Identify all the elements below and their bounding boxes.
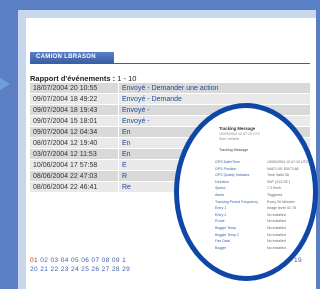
detail-subtitle-2: Sent Vehicle <box>219 137 239 141</box>
tab-divider <box>30 63 310 64</box>
magnified-detail-view: Tracking Message 13/09/2004 12:47:15 UTC… <box>174 103 318 281</box>
detail-key: Speed <box>215 186 226 191</box>
detail-key: Probe <box>215 219 225 224</box>
detail-value: Time Valid 3D <box>267 173 290 178</box>
event-date: 09/07/2004 12 04:34 <box>30 126 119 138</box>
event-date: 18/07/2004 20 10:55 <box>30 83 119 94</box>
detail-key: Boggie Temp 2 <box>215 232 239 237</box>
detail-value: SW° (213.25°) <box>267 179 291 184</box>
detail-value: 7.3 Km/h <box>267 186 282 191</box>
detail-value: Every 30 Minutes <box>267 199 295 204</box>
page-links-row1[interactable]: 02 03 04 05 06 07 08 09 1 <box>40 257 126 264</box>
detail-value: No installed <box>267 239 286 244</box>
event-date: 09/07/2004 18 49:22 <box>30 93 119 105</box>
detail-value: No installed <box>267 226 286 230</box>
detail-key: Alerts <box>215 193 225 197</box>
detail-key: Boggie Temp <box>215 226 236 230</box>
detail-key: Fan Data <box>215 239 230 244</box>
detail-key: Entry 2 <box>215 212 227 217</box>
event-date: 09/07/2004 15 18:01 <box>30 115 119 127</box>
pointer-arrow-icon <box>0 78 10 90</box>
page-links-row2[interactable]: 20 21 22 23 24 25 26 27 28 29 <box>30 265 130 274</box>
detail-key: GPS Position <box>215 166 237 171</box>
pagination: 01 02 03 04 05 06 07 08 09 1 19 20 21 22… <box>30 256 302 274</box>
detail-value: Image level: ID 78 <box>267 206 296 211</box>
page-current[interactable]: 01 <box>30 257 38 264</box>
detail-value: No installed <box>267 232 286 237</box>
detail-key: GPS Quality Indicator <box>215 173 250 178</box>
detail-title: Tracking Message <box>219 126 256 131</box>
detail-value: 13/09/2004 12:47:15 UTC <box>267 160 309 164</box>
detail-key: Entry 1 <box>215 206 227 211</box>
event-date: 03/07/2004 12 11:53 <box>30 148 119 160</box>
report-heading: Rapport d'événements : 1 - 10 <box>30 74 136 83</box>
detail-key: Tracking Period Frequency <box>215 199 259 204</box>
detail-value: No installed <box>267 212 286 217</box>
event-date: 08/06/2004 22 47:03 <box>30 170 119 182</box>
detail-subtitle: 13/09/2004 12:47:15 UTC <box>219 132 261 136</box>
detail-value: Triggered <box>267 193 283 197</box>
detail-key: GPS Date/Time <box>215 160 241 164</box>
detail-value: N46°1.05' E00°3.88 <box>267 166 299 171</box>
report-title: Rapport d'événements : <box>30 74 116 83</box>
report-panel: CAMION LBRASON Rapport d'événements : 1 … <box>26 18 318 289</box>
event-link[interactable]: Envoyé - Demande <box>118 93 310 105</box>
detail-value: No installed <box>267 219 286 224</box>
table-row[interactable]: 18/07/2004 20 10:55 Envoyé - Demander une… <box>30 83 310 94</box>
page-link-last[interactable]: 19 <box>294 256 302 265</box>
vehicle-tab[interactable]: CAMION LBRASON <box>30 52 114 63</box>
detail-key: Direction <box>215 179 230 184</box>
event-date: 08/07/2004 12 19:40 <box>30 137 119 149</box>
event-date: 10/06/2004 17 57:58 <box>30 159 119 171</box>
event-date: 08/06/2004 22 46:41 <box>30 181 119 193</box>
event-link[interactable]: Envoyé - Demander une action <box>118 83 310 94</box>
detail-key: Boggie <box>215 245 227 250</box>
table-row[interactable]: 09/07/2004 18 49:22 Envoyé - Demande <box>30 93 310 105</box>
detail-section-header: Tracking Message <box>219 148 249 152</box>
detail-value: No installed <box>267 245 286 250</box>
report-range: 1 - 10 <box>117 74 137 83</box>
event-date: 09/07/2004 18 19:43 <box>30 104 119 116</box>
